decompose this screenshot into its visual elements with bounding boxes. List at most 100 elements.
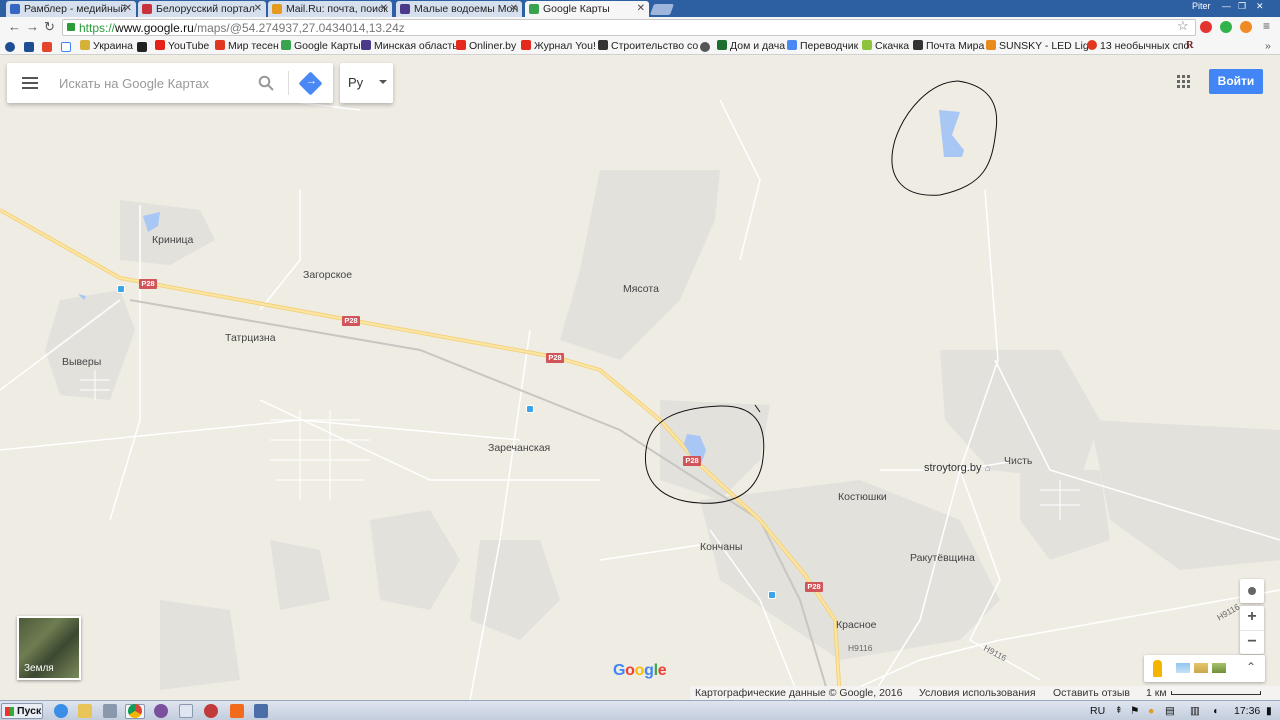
- pegman-icon[interactable]: [1153, 660, 1162, 677]
- tray-expand-icon[interactable]: ⇞: [1115, 705, 1123, 716]
- network-icon[interactable]: ▥: [1190, 705, 1200, 717]
- sign-in-button[interactable]: Войти: [1209, 69, 1263, 94]
- folder-icon[interactable]: [78, 704, 92, 718]
- bookmark-mail-world[interactable]: Почта Мира: [913, 40, 984, 52]
- bookmark-globe-icon[interactable]: [5, 42, 15, 52]
- place-label[interactable]: Татрцизна: [225, 332, 276, 344]
- map-canvas[interactable]: [0, 56, 1280, 700]
- photo-thumb-icon[interactable]: [1176, 663, 1190, 673]
- notepad-icon[interactable]: [179, 704, 193, 718]
- start-button[interactable]: Пуск: [1, 703, 43, 719]
- new-tab-button[interactable]: [649, 4, 675, 15]
- bookmark-star-icon[interactable]: ☆: [1177, 18, 1189, 34]
- my-location-button[interactable]: [1240, 579, 1264, 603]
- chevron-up-icon[interactable]: ⌃: [1246, 660, 1256, 674]
- volume-icon[interactable]: ◖: [1212, 705, 1218, 717]
- close-tab-icon[interactable]: ✕: [380, 3, 388, 14]
- place-label[interactable]: Красное: [836, 619, 877, 631]
- green-extension-icon[interactable]: [1220, 21, 1232, 33]
- bookmark-youtube[interactable]: YouTube: [155, 40, 209, 52]
- close-tab-icon[interactable]: ✕: [254, 3, 262, 14]
- feedback-link[interactable]: Оставить отзыв: [1053, 687, 1130, 699]
- agent-icon[interactable]: [204, 704, 218, 718]
- terms-link[interactable]: Условия использования: [919, 687, 1036, 699]
- show-desktop-icon[interactable]: ▮: [1266, 705, 1272, 717]
- tab-rambler[interactable]: Рамблер - медийный ✕: [6, 1, 136, 17]
- transit-stop-icon[interactable]: [117, 285, 125, 293]
- bookmark-r-icon[interactable]: R: [1186, 40, 1194, 51]
- bookmark-mail-icon[interactable]: [42, 42, 52, 52]
- bookmark-apple-icon[interactable]: [700, 42, 710, 52]
- search-icon[interactable]: [258, 75, 274, 91]
- place-label[interactable]: Криница: [152, 234, 193, 246]
- bookmark-construction[interactable]: Строительство со: [598, 40, 698, 52]
- bookmark-download[interactable]: Скачка: [862, 40, 909, 52]
- place-label[interactable]: Выверы: [62, 356, 101, 368]
- fire-extension-icon[interactable]: [1200, 21, 1212, 33]
- tab-google-maps[interactable]: Google Карты ✕: [525, 1, 649, 17]
- viber-icon[interactable]: [154, 704, 168, 718]
- photo-thumb-icon[interactable]: [1194, 663, 1208, 673]
- place-label[interactable]: Чисть: [1004, 455, 1032, 467]
- shop-pin-icon[interactable]: ⌂: [985, 463, 990, 473]
- bookmark-dark-icon[interactable]: [137, 42, 147, 52]
- bookmark-ukraine[interactable]: Украина: [80, 40, 133, 52]
- minimize-icon[interactable]: —: [1222, 1, 1231, 11]
- earth-view-toggle[interactable]: Земля: [17, 616, 81, 680]
- bookmark-mir-tesen[interactable]: Мир тесен: [215, 40, 279, 52]
- close-tab-icon[interactable]: ✕: [510, 3, 518, 14]
- zoom-out-button[interactable]: −: [1240, 630, 1264, 654]
- bookmark-journal-you[interactable]: Журнал You!: [521, 40, 596, 52]
- tab-small-ponds[interactable]: Малые водоемы Мол ✕: [396, 1, 522, 17]
- bookmark-house-dacha[interactable]: Дом и дача: [717, 40, 785, 52]
- place-label[interactable]: Заречанская: [488, 442, 550, 454]
- bookmark-sunsky[interactable]: SUNSKY - LED Ligl: [986, 40, 1091, 52]
- profile-label[interactable]: Piter: [1192, 1, 1211, 11]
- tab-mailru[interactable]: Mail.Ru: почта, поиск ✕: [268, 1, 392, 17]
- maximize-icon[interactable]: ❐: [1238, 1, 1246, 12]
- clock[interactable]: 17:36: [1234, 705, 1260, 717]
- bookmark-blue-icon[interactable]: [24, 42, 34, 52]
- scale-label[interactable]: 1 км: [1146, 687, 1167, 699]
- ie-icon[interactable]: [54, 704, 68, 718]
- forward-arrow-icon[interactable]: →: [26, 19, 39, 34]
- hamburger-menu-icon[interactable]: [22, 77, 38, 89]
- tab-belarus-portal[interactable]: Белорусский портал ✕: [138, 1, 266, 17]
- close-window-icon[interactable]: ✕: [1256, 1, 1264, 12]
- media-icon[interactable]: [103, 704, 117, 718]
- place-label[interactable]: Мясота: [623, 283, 659, 295]
- orange-extension-icon[interactable]: [1240, 21, 1252, 33]
- address-bar[interactable]: https://www.google.ru/maps/@54.274937,27…: [62, 19, 1196, 36]
- bookmark-13-unusual[interactable]: 13 необычных спо: [1087, 40, 1189, 52]
- place-label[interactable]: Ракутёвщина: [910, 552, 975, 564]
- printer-icon[interactable]: ▤: [1165, 705, 1175, 717]
- language-selector[interactable]: Ру: [340, 63, 393, 103]
- bookmark-translator[interactable]: Переводчик: [787, 40, 858, 52]
- directions-icon[interactable]: [298, 71, 323, 96]
- close-tab-icon[interactable]: ✕: [124, 3, 132, 14]
- bookmark-onliner[interactable]: Onliner.by: [456, 40, 516, 52]
- more-bookmarks-icon[interactable]: »: [1265, 40, 1271, 52]
- close-tab-icon[interactable]: ✕: [637, 3, 645, 14]
- mi-icon[interactable]: [230, 704, 244, 718]
- place-label[interactable]: Костюшки: [838, 491, 887, 503]
- place-label[interactable]: Кончаны: [700, 541, 742, 553]
- apps-grid-icon[interactable]: [1177, 75, 1191, 89]
- orange-tray-icon[interactable]: ●: [1148, 705, 1154, 717]
- language-indicator[interactable]: RU: [1090, 705, 1105, 717]
- back-arrow-icon[interactable]: ←: [8, 19, 21, 34]
- flag-icon[interactable]: ⚑: [1130, 705, 1139, 717]
- transit-stop-icon[interactable]: [526, 405, 534, 413]
- bookmark-google-maps[interactable]: Google Карты: [281, 40, 361, 52]
- explorer-icon[interactable]: [254, 704, 268, 718]
- bookmark-google-icon[interactable]: [61, 42, 71, 52]
- menu-icon[interactable]: ≡: [1263, 19, 1270, 33]
- place-label[interactable]: Загорское: [303, 269, 352, 281]
- zoom-in-button[interactable]: +: [1240, 606, 1264, 630]
- reload-icon[interactable]: ↻: [44, 19, 55, 35]
- business-label[interactable]: stroytorg.by: [924, 462, 981, 474]
- transit-stop-icon[interactable]: [768, 591, 776, 599]
- search-input[interactable]: [59, 74, 249, 92]
- bookmark-minsk-region[interactable]: Минская область: [361, 40, 458, 52]
- photo-thumb-icon[interactable]: [1212, 663, 1226, 673]
